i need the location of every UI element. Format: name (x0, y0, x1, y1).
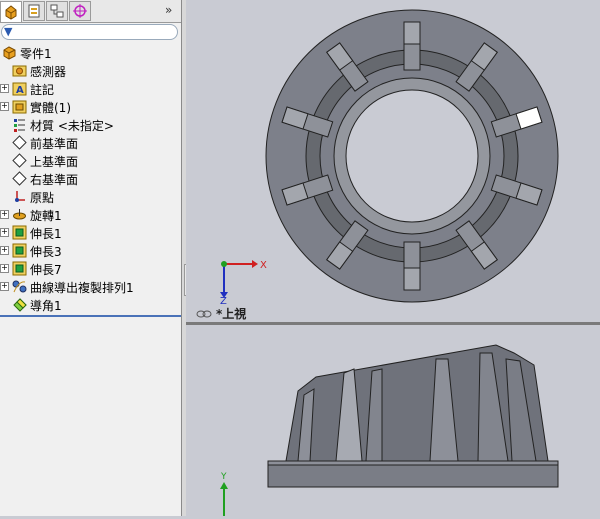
expand-panel-button[interactable]: » (165, 3, 172, 17)
manager-tabs: » (0, 0, 181, 23)
solid-bodies-icon (11, 98, 27, 114)
filter-icon: ▼ (4, 25, 13, 38)
plane-icon (11, 170, 27, 186)
tree-item[interactable]: + 伸長1 (0, 223, 181, 241)
tree-item-label: 實體(1) (30, 101, 71, 115)
tree-item-label: 曲線導出複製排列1 (30, 281, 134, 295)
tree-item[interactable]: + 伸長7 (0, 259, 181, 277)
front-view-model: Y (220, 344, 559, 516)
tree-item[interactable]: 右基準面 (0, 169, 181, 187)
tree-item[interactable]: + 曲線導出複製排列1 (0, 277, 181, 295)
extrude-icon (11, 242, 27, 258)
axis-y-label: Y (220, 472, 227, 482)
expand-toggle[interactable]: + (0, 210, 9, 219)
material-icon (11, 116, 27, 132)
extrude-icon (11, 224, 27, 240)
expand-toggle[interactable]: + (0, 246, 9, 255)
tree-item[interactable]: + 實體(1) (0, 97, 181, 115)
sensor-folder-icon (11, 62, 27, 78)
tree-item-label: 伸長1 (30, 227, 62, 241)
tree-item-label: 材質 <未指定> (30, 119, 114, 133)
tree-item[interactable]: 零件1 (0, 43, 181, 61)
view-name: *上視 (216, 307, 247, 321)
tree-item[interactable]: + A 註記 (0, 79, 181, 97)
tree-item-label: 右基準面 (30, 173, 79, 187)
tree-item-label: 伸長7 (30, 263, 62, 277)
property-manager-icon (28, 4, 40, 18)
annotation-icon: A (11, 80, 27, 96)
tree-item-label: 旋轉1 (30, 209, 62, 223)
reference-triad: X Z (220, 260, 267, 307)
tree-item[interactable]: 前基準面 (0, 133, 181, 151)
tree-item-label: 伸長3 (30, 245, 62, 259)
tab-dimxpert-manager[interactable] (69, 1, 91, 21)
tree-item-label: 上基準面 (30, 155, 79, 169)
tab-configuration-manager[interactable] (46, 1, 68, 21)
tab-feature-manager[interactable] (0, 1, 22, 22)
tree-item-label: 導角1 (30, 299, 62, 313)
tree-item[interactable]: 感測器 (0, 61, 181, 79)
part-icon (1, 44, 17, 60)
viewport-bottom[interactable]: Y (186, 325, 600, 516)
link-views-icon (196, 310, 212, 317)
tree-item[interactable]: 材質 <未指定> (0, 115, 181, 133)
viewport-top[interactable]: X Z (186, 0, 600, 322)
tree-item[interactable]: + 伸長3 (0, 241, 181, 259)
expand-toggle[interactable]: + (0, 228, 9, 237)
view-name-label: *上視 (196, 305, 246, 322)
expand-toggle[interactable]: + (0, 102, 9, 111)
tree-item-label: 原點 (30, 191, 55, 205)
tree-item[interactable]: 導角1 (0, 295, 181, 313)
tree-item-label: 註記 (30, 83, 55, 97)
feature-manager-icon (5, 5, 17, 20)
curve-pattern-icon (11, 278, 27, 294)
plane-icon (11, 134, 27, 150)
rollback-bar[interactable] (0, 315, 181, 317)
configuration-manager-icon (50, 4, 64, 18)
axis-x-label: X (260, 260, 267, 271)
chamfer-icon (11, 296, 27, 312)
plane-icon (11, 152, 27, 168)
expand-toggle[interactable]: + (0, 264, 9, 273)
extrude-icon (11, 260, 27, 276)
tab-property-manager[interactable] (23, 1, 45, 21)
top-view-model: X Z (220, 9, 559, 307)
expand-toggle[interactable]: + (0, 282, 9, 291)
tree-item[interactable]: 上基準面 (0, 151, 181, 169)
feature-filter-input[interactable]: ▼ (1, 24, 178, 40)
origin-icon (11, 188, 27, 204)
revolve-icon (11, 206, 27, 222)
dimxpert-icon (73, 4, 87, 18)
tree-item-label: 感測器 (30, 65, 67, 79)
expand-toggle[interactable]: + (0, 84, 9, 93)
tree-item-label: 前基準面 (30, 137, 79, 151)
tree-item-label: 零件1 (20, 47, 52, 61)
tree-item[interactable]: + 旋轉1 (0, 205, 181, 223)
svg-text:A: A (16, 85, 24, 96)
feature-manager-panel: » ▼ 零件1 感測器 + A 註記 + 實體(1) 材質 <未指定> 前基準面上基準面右基準面… (0, 0, 182, 516)
tree-item[interactable]: 原點 (0, 187, 181, 205)
